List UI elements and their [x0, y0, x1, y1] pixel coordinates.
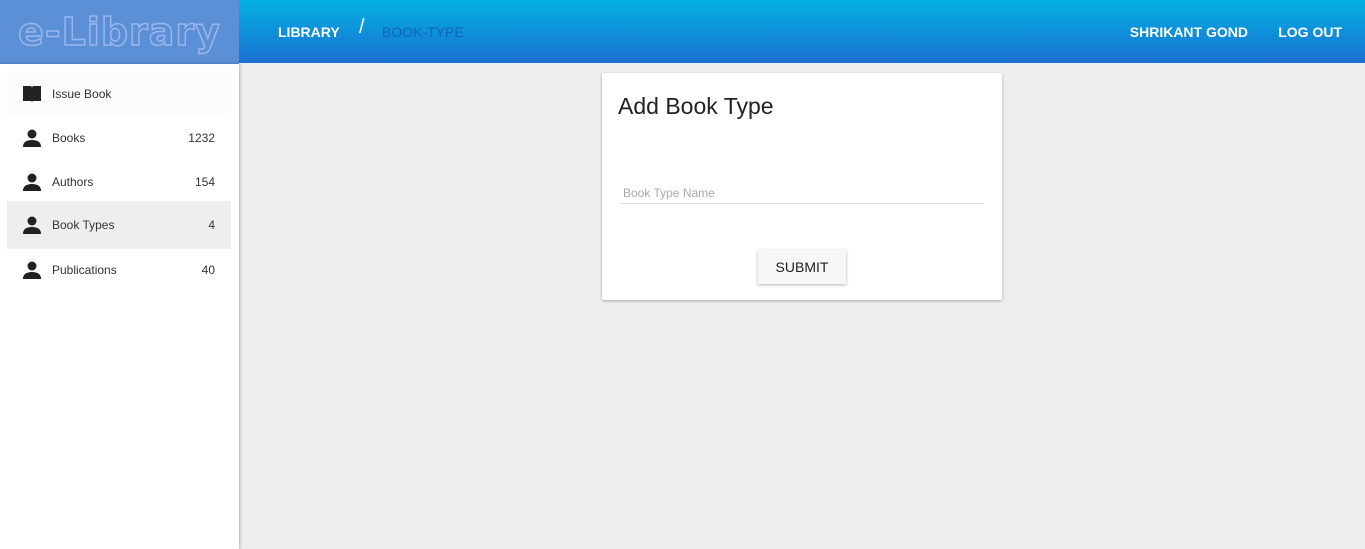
submit-button[interactable]: SUBMIT	[758, 250, 846, 284]
book-open-icon	[22, 85, 42, 103]
logout-button[interactable]: LOG OUT	[1278, 24, 1342, 40]
book-type-name-input[interactable]	[620, 183, 984, 204]
count-badge: 1232	[188, 131, 215, 145]
sidebar-item-books[interactable]: Books 1232	[7, 115, 231, 161]
person-icon	[22, 129, 42, 147]
person-icon	[22, 173, 42, 191]
logo[interactable]: e-Library	[0, 0, 239, 64]
sidebar-item-book-types[interactable]: Book Types 4	[7, 201, 231, 249]
breadcrumb-library[interactable]: LIBRARY	[278, 24, 340, 40]
breadcrumb-book-type: BOOK-TYPE	[382, 24, 464, 40]
sidebar-item-issue-book[interactable]: Issue Book	[7, 71, 231, 117]
sidebar-item-publications[interactable]: Publications 40	[7, 247, 231, 293]
top-bar: LIBRARY / BOOK-TYPE SHRIKANT GOND LOG OU…	[239, 0, 1365, 63]
count-badge: 154	[194, 175, 215, 189]
count-badge: 40	[201, 263, 215, 277]
add-book-type-card: Add Book Type SUBMIT	[602, 73, 1002, 300]
breadcrumb-separator: /	[359, 16, 365, 38]
person-icon	[22, 261, 42, 279]
sidebar-item-authors[interactable]: Authors 154	[7, 159, 231, 205]
person-icon	[22, 216, 42, 234]
card-title: Add Book Type	[618, 93, 774, 119]
sidebar: Issue Book Books 1232 Authors 154 Book Typ…	[0, 64, 239, 549]
user-name-link[interactable]: SHRIKANT GOND	[1130, 24, 1248, 40]
count-badge: 4	[208, 218, 215, 232]
